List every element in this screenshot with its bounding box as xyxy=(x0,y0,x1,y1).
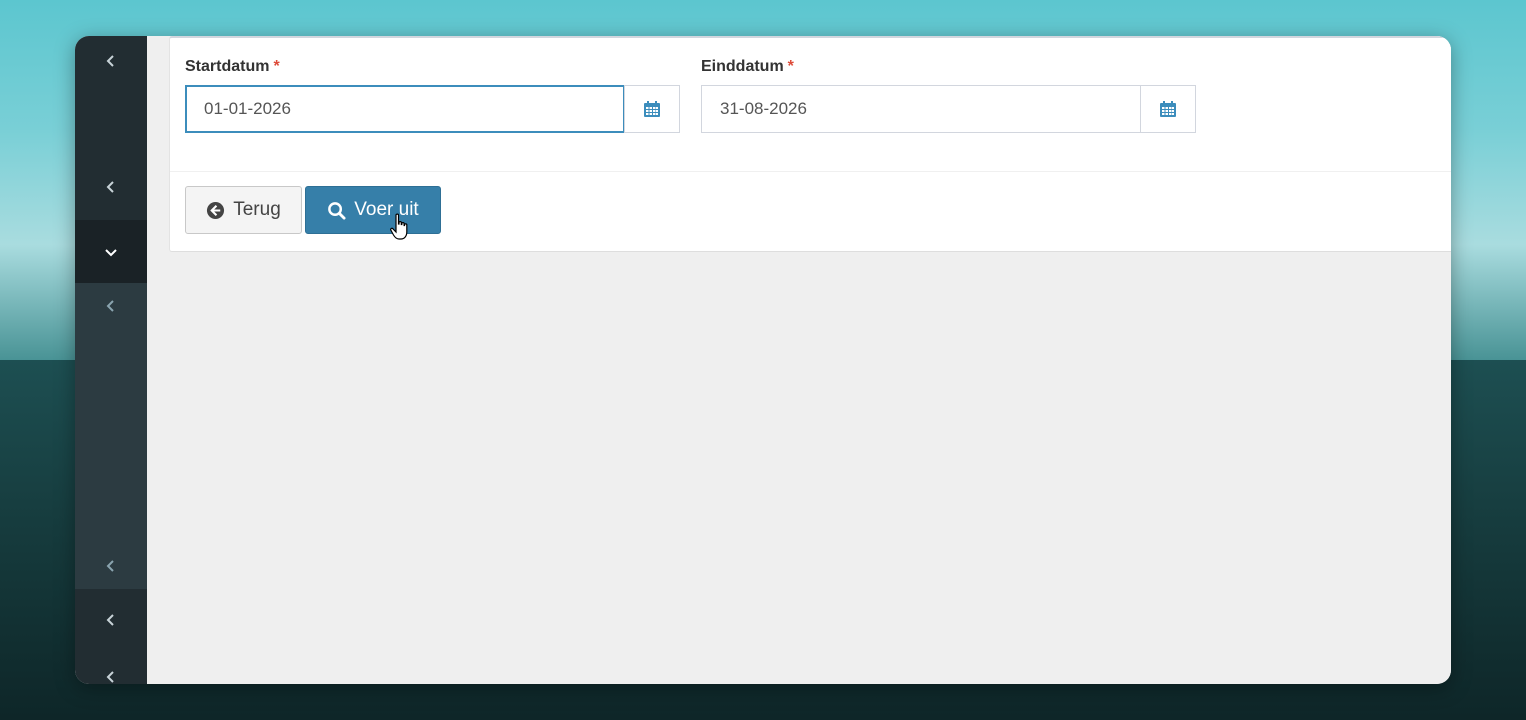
sidebar-toggle-4[interactable] xyxy=(75,662,147,684)
chevron-left-icon xyxy=(106,300,114,312)
sidebar-toggle-expanded[interactable] xyxy=(75,220,147,283)
end-date-input[interactable]: 31-08-2026 xyxy=(701,85,1141,133)
app-window: Startdatum * 01-01-2026 Einddatum * 31-0… xyxy=(75,36,1451,684)
start-date-input[interactable]: 01-01-2026 xyxy=(185,85,625,133)
sidebar-toggle-1[interactable] xyxy=(75,36,147,86)
chevron-left-icon xyxy=(106,55,114,67)
date-form-box: Startdatum * 01-01-2026 Einddatum * 31-0… xyxy=(169,36,1451,252)
run-button[interactable]: Voer uit xyxy=(305,186,441,234)
hand-cursor-icon xyxy=(390,213,408,240)
start-date-value: 01-01-2026 xyxy=(204,99,291,118)
end-date-label-text: Einddatum xyxy=(701,58,784,75)
sidebar-toggle-3[interactable] xyxy=(75,596,147,644)
chevron-down-icon xyxy=(105,248,117,256)
main-content: Startdatum * 01-01-2026 Einddatum * 31-0… xyxy=(147,36,1451,684)
calendar-icon xyxy=(644,101,660,117)
end-date-label: Einddatum * xyxy=(701,58,794,76)
chevron-left-icon xyxy=(106,560,114,572)
back-button-label: Terug xyxy=(233,199,281,220)
required-marker: * xyxy=(273,58,280,75)
start-date-label: Startdatum * xyxy=(185,58,280,76)
end-date-calendar-button[interactable] xyxy=(1140,85,1196,133)
sidebar-subitem-2[interactable] xyxy=(75,543,147,589)
end-date-value: 31-08-2026 xyxy=(720,99,807,118)
chevron-left-icon xyxy=(106,181,114,193)
chevron-left-icon xyxy=(106,614,114,626)
sidebar-toggle-2[interactable] xyxy=(75,162,147,212)
start-date-calendar-button[interactable] xyxy=(624,85,680,133)
sidebar xyxy=(75,36,147,684)
box-footer-divider xyxy=(170,171,1451,172)
sidebar-subitem-1[interactable] xyxy=(75,283,147,329)
start-date-label-text: Startdatum xyxy=(185,58,270,75)
sidebar-submenu-area xyxy=(75,329,147,543)
required-marker: * xyxy=(787,58,794,75)
calendar-icon xyxy=(1160,101,1176,117)
arrow-circle-left-icon xyxy=(207,201,225,219)
chevron-left-icon xyxy=(106,671,114,683)
search-icon xyxy=(328,201,346,220)
back-button[interactable]: Terug xyxy=(185,186,302,234)
